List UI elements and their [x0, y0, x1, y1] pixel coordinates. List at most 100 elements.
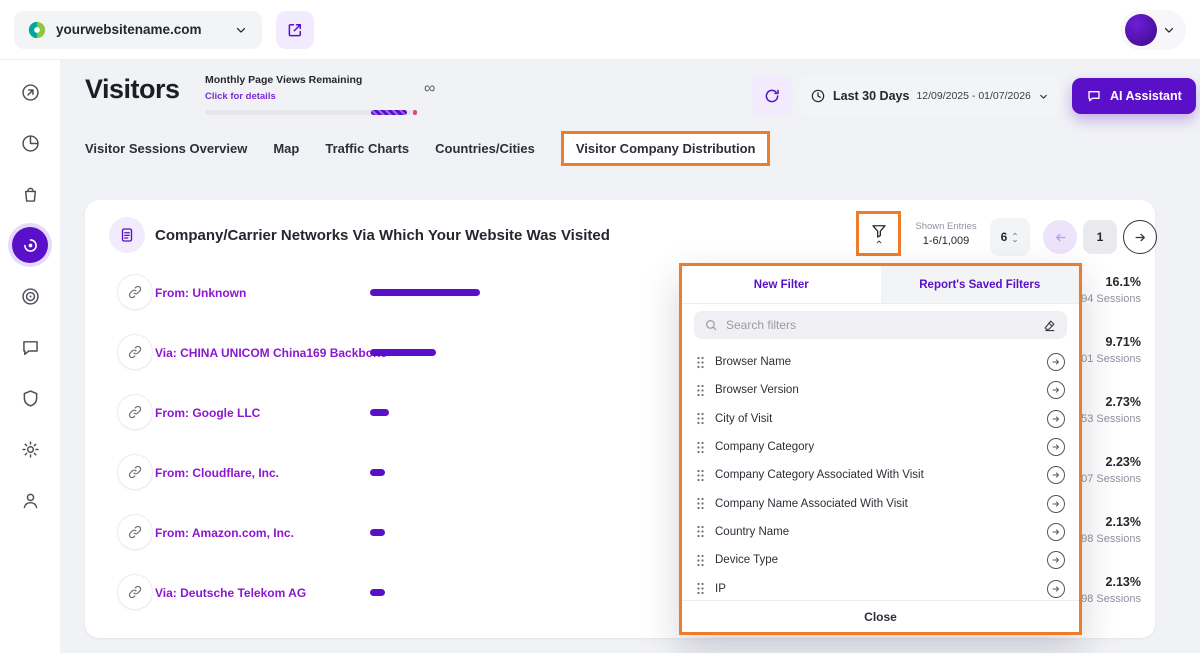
close-button[interactable]: Close [682, 600, 1079, 632]
sidebar-item-settings[interactable] [12, 431, 48, 467]
percent-value: 2.13% [1105, 515, 1141, 529]
tab-new-filter[interactable]: New Filter [682, 266, 881, 303]
open-website-button[interactable] [276, 10, 314, 49]
filter-option-label: Country Name [715, 525, 790, 538]
filter-option-ip[interactable]: IP [682, 574, 1079, 600]
clear-search-icon[interactable] [1042, 318, 1057, 333]
quota-widget: Monthly Page Views Remaining Click for d… [205, 74, 417, 115]
filter-option-city-of-visit[interactable]: City of Visit [682, 405, 1079, 433]
filter-option-company-category-associated[interactable]: Company Category Associated With Visit [682, 461, 1079, 489]
drag-handle-icon[interactable] [696, 525, 705, 538]
filter-option-company-name-associated[interactable]: Company Name Associated With Visit [682, 489, 1079, 517]
link-icon [117, 514, 153, 550]
drag-handle-icon[interactable] [696, 356, 705, 369]
sidebar [0, 60, 60, 653]
link-icon [117, 574, 153, 610]
date-preset-label: Last 30 Days [833, 89, 910, 103]
card-title: Company/Carrier Networks Via Which Your … [155, 227, 610, 244]
sidebar-item-dashboard[interactable] [12, 74, 48, 110]
sidebar-item-communication[interactable] [12, 329, 48, 365]
filter-button[interactable] [870, 222, 888, 246]
arrow-right-circle-icon[interactable] [1047, 494, 1065, 513]
chat-bubble-icon [20, 337, 41, 358]
ai-assistant-button[interactable]: AI Assistant [1072, 78, 1196, 114]
date-range-picker[interactable]: Last 30 Days 12/09/2025 - 01/07/2026 [798, 76, 1061, 116]
arrow-right-circle-icon[interactable] [1047, 353, 1065, 372]
current-page-indicator[interactable]: 1 [1083, 220, 1117, 254]
quota-progress-bar [205, 110, 417, 115]
drag-handle-icon[interactable] [696, 554, 705, 567]
shield-icon [20, 388, 41, 409]
clock-icon [810, 88, 826, 104]
website-selector[interactable]: yourwebsitename.com [14, 10, 262, 49]
network-label: Via: Deutsche Telekom AG [155, 586, 307, 600]
refresh-button[interactable] [752, 76, 792, 116]
filter-option-device-type[interactable]: Device Type [682, 546, 1079, 574]
filter-panel-tabs: New Filter Report's Saved Filters [682, 266, 1079, 304]
ai-chat-icon [1086, 88, 1102, 104]
arrow-right-circle-icon[interactable] [1047, 409, 1065, 428]
filter-options-list: Browser Name Browser Version City of Vis… [682, 346, 1079, 600]
drag-handle-icon[interactable] [696, 384, 705, 397]
tab-visitor-company-distribution[interactable]: Visitor Company Distribution [560, 130, 771, 166]
arrow-right-circle-icon[interactable] [1047, 438, 1065, 457]
report-tabs: Visitor Sessions Overview Map Traffic Ch… [85, 130, 771, 166]
tab-visitor-sessions-overview[interactable]: Visitor Sessions Overview [85, 141, 247, 156]
arrow-right-circle-icon[interactable] [1047, 522, 1065, 541]
sessions-bar [370, 589, 385, 596]
refresh-icon [763, 87, 781, 105]
row-stats: 2.73% 253 Sessions [1075, 395, 1141, 425]
filter-search-input[interactable] [726, 318, 1026, 332]
entries-per-page-selector[interactable]: 6 [990, 218, 1030, 256]
shown-entries-value: 1-6/1,009 [922, 235, 970, 247]
website-name: yourwebsitename.com [56, 22, 202, 37]
percent-value: 2.73% [1105, 395, 1141, 409]
link-icon [117, 394, 153, 430]
ai-assistant-label: AI Assistant [1110, 89, 1182, 103]
drag-handle-icon[interactable] [696, 582, 705, 595]
previous-page-button[interactable] [1043, 220, 1077, 254]
quota-progress-fill [371, 110, 407, 115]
filter-option-country-name[interactable]: Country Name [682, 518, 1079, 546]
row-stats: 9.71% 901 Sessions [1075, 335, 1141, 365]
sidebar-item-statistics[interactable] [12, 125, 48, 161]
drag-handle-icon[interactable] [696, 497, 705, 510]
tab-saved-filters[interactable]: Report's Saved Filters [880, 266, 1079, 303]
infinity-symbol: ∞ [424, 80, 436, 97]
sidebar-item-competition[interactable] [12, 278, 48, 314]
sidebar-item-account[interactable] [12, 482, 48, 518]
percent-value: 2.13% [1105, 575, 1141, 589]
arrow-right-circle-icon[interactable] [1047, 551, 1065, 570]
sidebar-item-privacy[interactable] [12, 380, 48, 416]
arrow-right-circle-icon[interactable] [1047, 381, 1065, 400]
tab-traffic-charts[interactable]: Traffic Charts [325, 141, 409, 156]
stepper-chevrons-icon [1011, 231, 1019, 244]
row-stats: 2.23% 207 Sessions [1075, 455, 1141, 485]
sidebar-item-ecommerce[interactable] [12, 176, 48, 212]
tab-map[interactable]: Map [273, 141, 299, 156]
tab-countries-cities[interactable]: Countries/Cities [435, 141, 535, 156]
arrow-right-circle-icon[interactable] [1047, 466, 1065, 485]
filter-option-label: Company Name Associated With Visit [715, 497, 908, 510]
network-label: Via: CHINA UNICOM China169 Backbone [155, 346, 388, 360]
drag-handle-icon[interactable] [696, 469, 705, 482]
quota-details-link[interactable]: Click for details [205, 91, 276, 102]
filter-option-browser-name[interactable]: Browser Name [682, 348, 1079, 376]
link-icon [117, 454, 153, 490]
account-menu[interactable] [1120, 9, 1186, 50]
next-page-button[interactable] [1123, 220, 1157, 254]
filter-option-browser-version[interactable]: Browser Version [682, 376, 1079, 404]
annotation-box-filter-panel: New Filter Report's Saved Filters B [679, 263, 1082, 635]
network-label: From: Google LLC [155, 406, 261, 420]
filter-search-field[interactable] [694, 311, 1067, 339]
filter-option-company-category[interactable]: Company Category [682, 433, 1079, 461]
filter-option-label: City of Visit [715, 412, 773, 425]
sidebar-item-visitors[interactable] [12, 227, 48, 263]
chevron-up-icon [874, 238, 884, 246]
arrow-right-circle-icon[interactable] [1047, 579, 1065, 598]
drag-handle-icon[interactable] [696, 412, 705, 425]
network-label: From: Cloudflare, Inc. [155, 466, 280, 480]
shown-entries-label: Shown Entries [915, 221, 977, 232]
quota-label: Monthly Page Views Remaining [205, 74, 363, 86]
drag-handle-icon[interactable] [696, 441, 705, 454]
